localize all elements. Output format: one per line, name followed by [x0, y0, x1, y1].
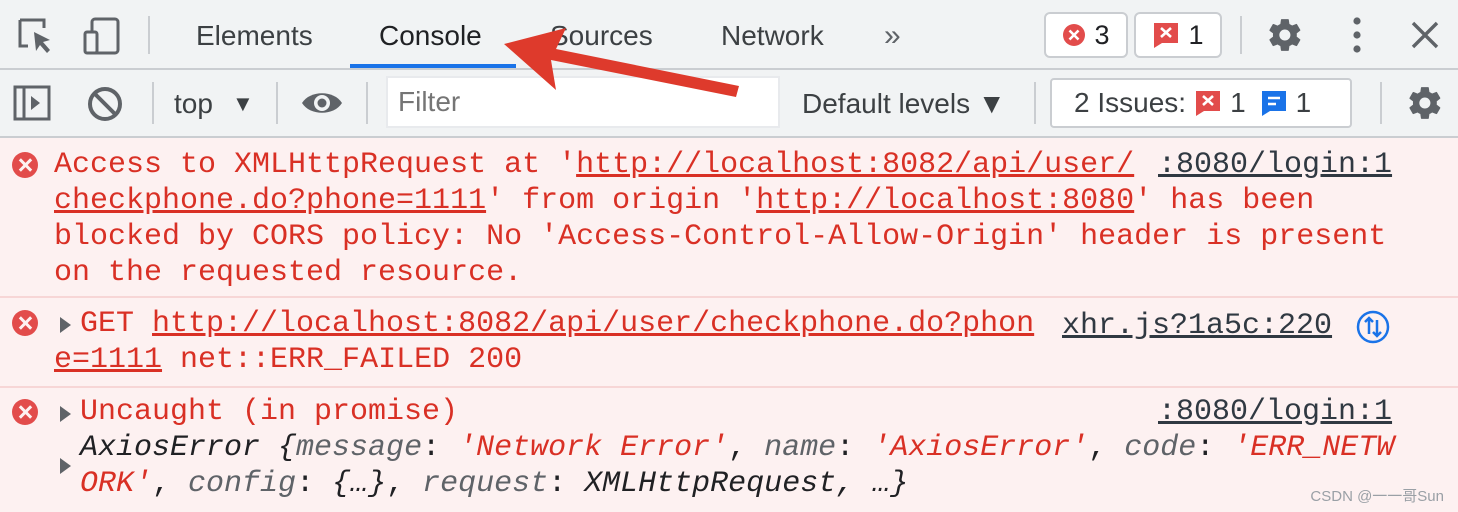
watermark: CSDN @一一哥Sun	[1310, 488, 1444, 505]
annotation-arrow	[504, 28, 739, 97]
